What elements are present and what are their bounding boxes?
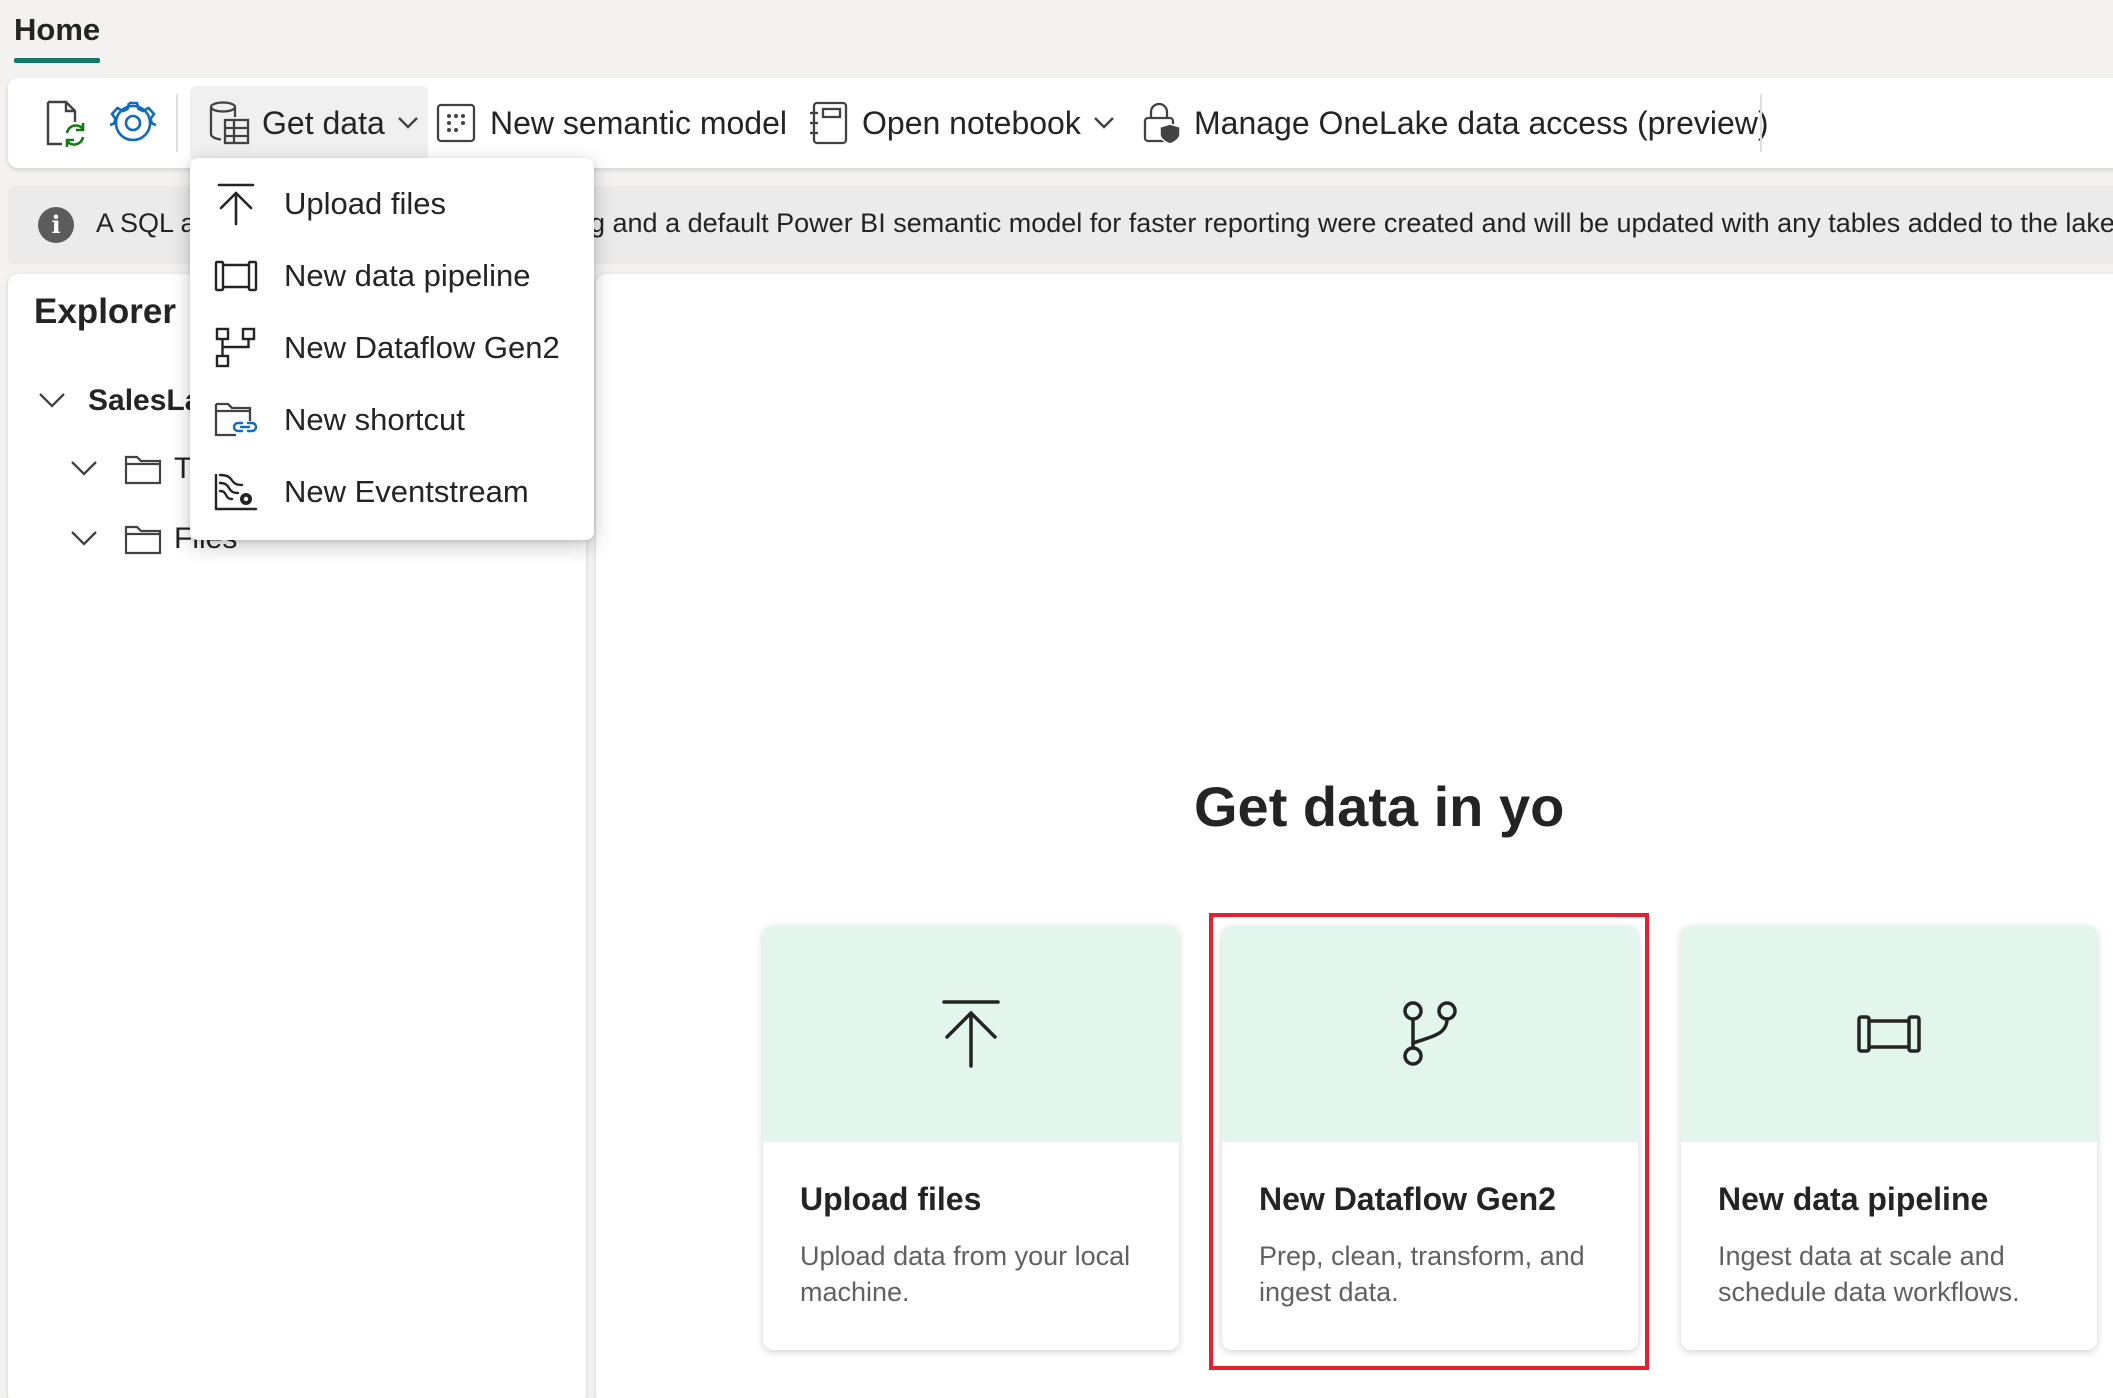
get-data-label: Get data — [262, 105, 385, 142]
semantic-model-icon — [436, 103, 476, 143]
refresh-document-icon — [42, 99, 88, 147]
tree-item-tables[interactable]: T — [70, 452, 192, 486]
card-header — [763, 926, 1179, 1142]
main-heading: Get data in yo — [1194, 774, 1564, 839]
chevron-down-icon — [397, 116, 419, 130]
manage-onelake-access-button[interactable]: Manage OneLake data access (preview) — [1142, 78, 1769, 168]
lakehouse-name: SalesLa — [88, 384, 201, 418]
info-message-text-start: A SQL a — [96, 208, 196, 239]
menu-item-new-shortcut[interactable]: New shortcut — [190, 384, 594, 456]
chevron-down-icon — [1093, 116, 1115, 130]
menu-item-label: New data pipeline — [284, 258, 530, 294]
info-icon: i — [38, 207, 74, 243]
folder-icon — [124, 523, 162, 555]
shortcut-icon — [214, 398, 258, 442]
ribbon-toolbar: Get data New semantic model Open noteboo… — [8, 78, 2113, 168]
eventstream-icon — [214, 470, 258, 514]
card-new-data-pipeline[interactable]: New data pipeline Ingest data at scale a… — [1681, 926, 2097, 1350]
new-semantic-model-label: New semantic model — [490, 105, 787, 142]
notebook-icon — [810, 101, 848, 145]
explorer-title: Explorer — [34, 292, 176, 332]
lock-shield-icon — [1142, 102, 1182, 144]
card-header — [1681, 926, 2097, 1142]
tab-home-underline — [14, 58, 100, 63]
card-description: Upload data from your local machine. — [800, 1238, 1150, 1310]
dataflow-icon — [214, 326, 258, 370]
tab-home[interactable]: Home — [14, 12, 100, 48]
tree-item-lakehouse[interactable]: SalesLa — [38, 384, 201, 418]
ribbon-divider — [176, 94, 178, 152]
upload-icon — [941, 999, 1001, 1069]
menu-item-new-eventstream[interactable]: New Eventstream — [190, 456, 594, 528]
menu-item-new-dataflow-gen2[interactable]: New Dataflow Gen2 — [190, 312, 594, 384]
manage-onelake-access-label: Manage OneLake data access (preview) — [1194, 105, 1769, 142]
menu-item-label: New shortcut — [284, 402, 465, 438]
open-notebook-label: Open notebook — [862, 105, 1081, 142]
highlight-box — [1209, 913, 1649, 1370]
get-data-button[interactable]: Get data — [208, 78, 419, 168]
menu-item-label: New Dataflow Gen2 — [284, 330, 560, 366]
folder-icon — [124, 453, 162, 485]
settings-button[interactable] — [110, 78, 156, 168]
open-notebook-button[interactable]: Open notebook — [810, 78, 1115, 168]
menu-item-label: Upload files — [284, 186, 446, 222]
menu-item-upload-files[interactable]: Upload files — [190, 168, 594, 240]
menu-item-new-data-pipeline[interactable]: New data pipeline — [190, 240, 594, 312]
card-title: Upload files — [800, 1181, 981, 1218]
upload-icon — [214, 182, 258, 226]
gear-icon — [110, 100, 156, 146]
chevron-down-icon — [70, 460, 98, 478]
card-upload-files[interactable]: Upload files Upload data from your local… — [763, 926, 1179, 1350]
chevron-down-icon — [70, 530, 98, 548]
tab-bar: Home — [0, 0, 2113, 76]
new-semantic-model-button[interactable]: New semantic model — [436, 78, 787, 168]
info-message-text-end: g and a default Power BI semantic model … — [590, 208, 2113, 239]
chevron-down-icon — [38, 392, 66, 410]
get-data-menu: Upload files New data pipeline New Dataf… — [190, 158, 594, 540]
card-title: New data pipeline — [1718, 1181, 1988, 1218]
ribbon-divider — [1760, 94, 1762, 152]
pipeline-icon — [214, 254, 258, 298]
database-table-icon — [208, 100, 250, 146]
menu-item-label: New Eventstream — [284, 474, 529, 510]
refresh-button[interactable] — [42, 78, 88, 168]
card-description: Ingest data at scale and schedule data w… — [1718, 1238, 2068, 1310]
pipeline-icon — [1856, 1009, 1922, 1059]
